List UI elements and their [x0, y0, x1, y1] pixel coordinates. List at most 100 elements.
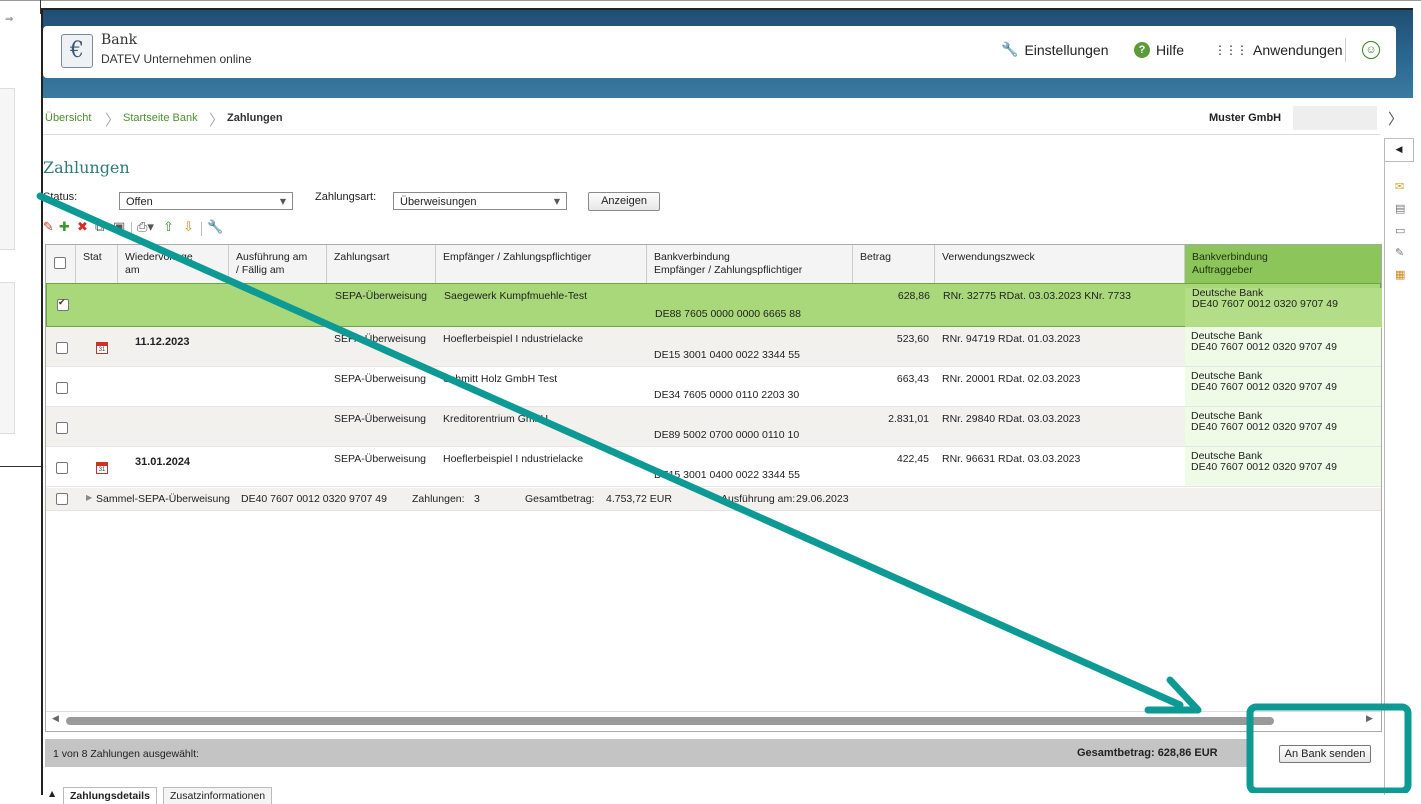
euro-logo-icon: €: [61, 34, 93, 68]
breadcrumb-bank-home[interactable]: Startseite Bank: [123, 112, 198, 124]
company-name: Muster GmbH: [1209, 112, 1282, 124]
help-label: Hilfe: [1156, 42, 1185, 58]
recipient-iban: DE15 3001 0400 0022 3344 55: [654, 469, 800, 481]
sender-bank-iban: DE40 7607 0012 0320 9707 49: [1192, 298, 1338, 310]
column-bankverbindung-label-2: Empfänger / Zahlungspflichtiger: [654, 264, 803, 276]
clipboard-icon[interactable]: ▦: [1395, 268, 1407, 281]
send-to-bank-button[interactable]: An Bank senden: [1279, 745, 1371, 763]
column-status-label: Stat: [83, 251, 102, 263]
chevron-right-icon[interactable]: 〉: [1388, 108, 1403, 129]
select-all-header[interactable]: [46, 245, 76, 283]
sender-bank: Deutsche Bank DE40 7607 0012 0320 9707 49: [1185, 288, 1382, 328]
status-select[interactable]: Offen ▼: [119, 192, 293, 210]
row-checkbox[interactable]: [56, 462, 68, 474]
app-subtitle: DATEV Unternehmen online: [101, 52, 252, 66]
row-checkbox[interactable]: [56, 422, 68, 434]
batch-row-checkbox[interactable]: [56, 493, 68, 505]
payment-type-select[interactable]: Überweisungen ▼: [393, 192, 567, 210]
batch-count: 3: [474, 493, 480, 505]
purpose: RNr. 94719 RDat. 01.03.2023: [942, 333, 1081, 345]
purpose: RNr. 32775 RDat. 03.03.2023 KNr. 7733: [943, 290, 1131, 302]
recipient-iban: DE88 7605 0000 0000 6665 88: [655, 308, 801, 320]
collapse-up-icon[interactable]: ▲: [49, 789, 55, 798]
document-icon[interactable]: ▤: [1395, 202, 1407, 215]
print-icon[interactable]: ⎙▾: [137, 220, 154, 235]
column-wiedervorlage-label-2: am: [125, 264, 140, 276]
column-empfaenger[interactable]: Empfänger / Zahlungspflichtiger: [436, 245, 647, 283]
user-profile-icon[interactable]: ☺: [1362, 41, 1380, 59]
row-checkbox[interactable]: [57, 298, 69, 311]
expand-triangle-icon[interactable]: ▶: [86, 493, 92, 502]
scroll-left-icon[interactable]: ◀: [52, 714, 59, 724]
company-selector[interactable]: [1293, 106, 1377, 130]
tools-icon[interactable]: 🔧: [207, 220, 223, 235]
column-wiedervorlage[interactable]: Wiedervorlage am: [118, 245, 229, 283]
sender-bank: Deutsche Bank DE40 7607 0012 0320 9707 49: [1184, 371, 1381, 411]
resubmission-date: 11.12.2023: [135, 336, 190, 348]
batch-exec-date: 29.06.2023: [796, 493, 849, 505]
paste-icon[interactable]: ▣: [113, 220, 125, 235]
select-all-checkbox[interactable]: [54, 257, 66, 269]
column-ausfuehrung-label-2: / Fällig am: [236, 264, 285, 276]
column-zahlungsart[interactable]: Zahlungsart: [327, 245, 436, 283]
rail-collapse-icon[interactable]: ◀: [1384, 138, 1414, 162]
purpose: RNr. 29840 RDat. 03.03.2023: [942, 413, 1081, 425]
purpose: RNr. 96631 RDat. 03.03.2023: [942, 453, 1081, 465]
sender-bank: Deutsche Bank DE40 7607 0012 0320 9707 49: [1184, 331, 1381, 371]
table-row[interactable]: SEPA-Überweisung Schmitt Holz GmbH Test DE…: [46, 367, 1381, 407]
tab-payment-details[interactable]: Zahlungsdetails: [63, 787, 157, 804]
table-row[interactable]: SEPA-Überweisung Kreditorentrium GmbH DE89…: [46, 407, 1381, 447]
table-row[interactable]: 31 11.12.2023 SEPA-Überweisung Hoeflerbeisp…: [46, 327, 1381, 367]
horizontal-scrollbar[interactable]: ◀ ▶: [46, 711, 1381, 730]
show-button[interactable]: Anzeigen: [588, 192, 660, 211]
mail-icon[interactable]: ✉: [1395, 180, 1407, 193]
selection-count: 1 von 8 Zahlungen ausgewählt:: [53, 748, 199, 760]
column-auftraggeber[interactable]: Bankverbindung Auftraggeber: [1185, 245, 1381, 283]
apps-link[interactable]: ⋮⋮⋮ Anwendungen: [1214, 42, 1343, 58]
calendar-icon: 31: [96, 342, 108, 354]
column-ausfuehrung[interactable]: Ausführung am / Fällig am: [229, 245, 327, 283]
status-select-value: Offen: [126, 196, 153, 208]
scrollbar-thumb[interactable]: [66, 717, 1274, 725]
delete-icon[interactable]: ✖: [77, 220, 88, 235]
scroll-right-icon[interactable]: ▶: [1366, 714, 1373, 724]
recipient: Saegewerk Kumpfmuehle-Test: [444, 290, 587, 302]
batch-exec-label: Ausführung am:: [721, 493, 796, 505]
app-title: Bank: [101, 32, 138, 48]
header-divider: [1345, 38, 1346, 62]
column-status[interactable]: Stat: [76, 245, 118, 283]
apps-label: Anwendungen: [1253, 42, 1343, 58]
sender-bank: Deutsche Bank DE40 7607 0012 0320 9707 49: [1184, 411, 1381, 451]
sender-bank-iban: DE40 7607 0012 0320 9707 49: [1191, 381, 1337, 393]
tab-additional-info[interactable]: Zusatzinformationen: [163, 787, 273, 804]
batch-row[interactable]: ▶ Sammel-SEPA-Überweisung DE40 7607 0012…: [46, 488, 1381, 511]
background-window-edge: [0, 0, 1421, 1]
row-checkbox[interactable]: [56, 342, 68, 354]
table-row[interactable]: 31 31.01.2024 SEPA-Überweisung Hoeflerbeisp…: [46, 447, 1381, 487]
payment-type: SEPA-Überweisung: [334, 333, 427, 345]
payment-type: SEPA-Überweisung: [334, 453, 427, 465]
help-link[interactable]: ? Hilfe: [1134, 42, 1184, 58]
move-up-icon[interactable]: ⇧: [163, 220, 174, 235]
column-verwendungszweck[interactable]: Verwendungszweck: [935, 245, 1185, 283]
row-checkbox[interactable]: [56, 382, 68, 394]
settings-link[interactable]: 🔧 Einstellungen: [1001, 42, 1109, 58]
move-down-icon[interactable]: ⇩: [183, 220, 194, 235]
copy-icon[interactable]: ⧉: [95, 220, 104, 235]
toolbar-divider: [201, 222, 202, 236]
table-row[interactable]: SEPA-Überweisung Saegewerk Kumpfmuehle-Te…: [46, 283, 1382, 328]
recipient: Schmitt Holz GmbH Test: [443, 373, 558, 385]
breadcrumb-separator-icon: 〉: [209, 111, 225, 129]
column-auftraggeber-label: Bankverbindung: [1192, 251, 1268, 263]
breadcrumb-separator-icon: 〉: [105, 111, 121, 129]
column-bankverbindung[interactable]: Bankverbindung Empfänger / Zahlungspflic…: [647, 245, 853, 283]
note-icon[interactable]: ✎: [1395, 246, 1407, 259]
amount: 663,43: [896, 373, 929, 385]
add-icon[interactable]: ✚: [59, 220, 70, 235]
card-icon[interactable]: ▭: [1395, 224, 1407, 237]
breadcrumb-overview[interactable]: Übersicht: [45, 112, 91, 124]
amount: 628,86: [897, 290, 930, 302]
edit-icon[interactable]: ✎: [43, 220, 54, 235]
column-betrag[interactable]: Betrag: [853, 245, 935, 283]
resubmission-date: 31.01.2024: [135, 456, 191, 468]
